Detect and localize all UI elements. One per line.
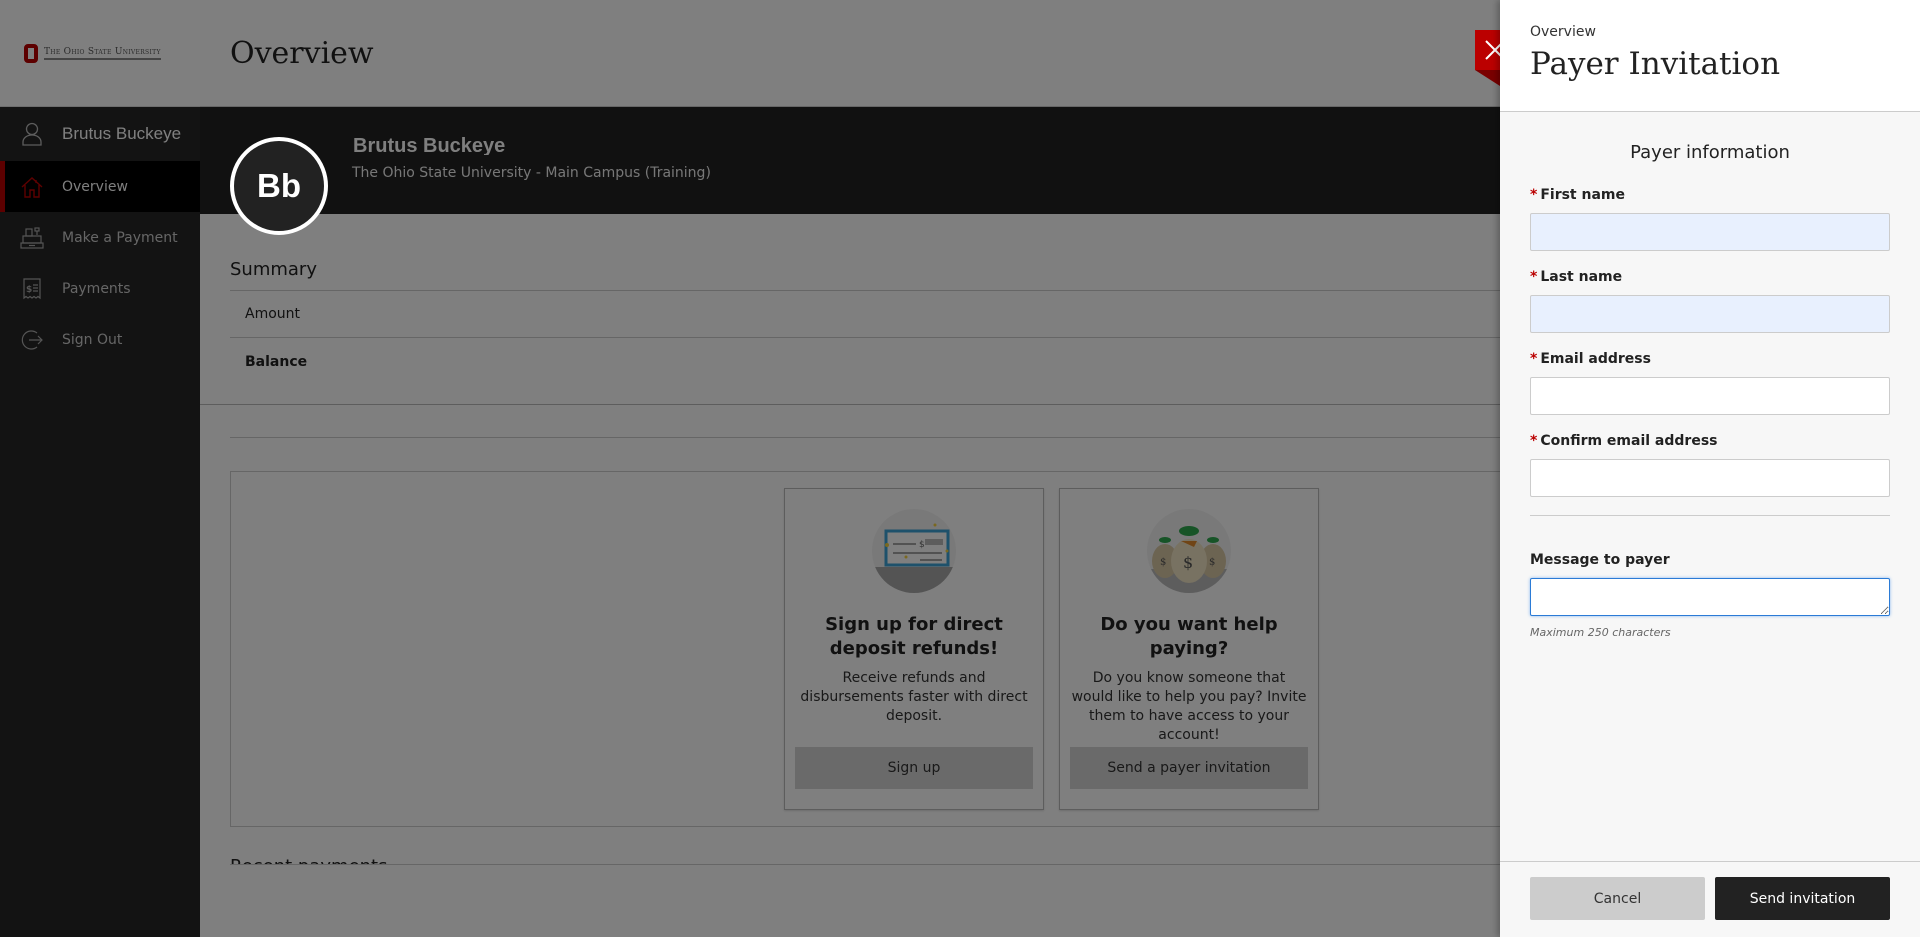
panel-header: Overview Payer Invitation (1500, 0, 1920, 112)
close-button-tail (1475, 70, 1500, 86)
label-text: Email address (1540, 351, 1651, 367)
panel-title: Payer Invitation (1530, 46, 1781, 82)
panel-body: Payer information * First name * Last name… (1500, 142, 1920, 639)
message-field: Message to payer Maximum 250 characters (1530, 552, 1890, 639)
last-name-label: * Last name (1530, 269, 1890, 285)
first-name-field: * First name (1530, 187, 1890, 251)
breadcrumb[interactable]: Overview (1530, 24, 1920, 40)
avatar: Bb (230, 137, 328, 235)
send-invitation-button[interactable]: Send invitation (1715, 877, 1890, 920)
panel-footer: Cancel Send invitation (1500, 861, 1920, 937)
cancel-button[interactable]: Cancel (1530, 877, 1705, 920)
confirm-email-label: * Confirm email address (1530, 433, 1890, 449)
first-name-label: * First name (1530, 187, 1890, 203)
first-name-input[interactable] (1530, 213, 1890, 251)
required-marker: * (1530, 433, 1538, 449)
email-label: * Email address (1530, 351, 1890, 367)
confirm-email-input[interactable] (1530, 459, 1890, 497)
confirm-email-field: * Confirm email address (1530, 433, 1890, 497)
message-textarea[interactable] (1530, 578, 1890, 616)
payer-invitation-panel: Overview Payer Invitation Payer informat… (1500, 0, 1920, 937)
email-field: * Email address (1530, 351, 1890, 415)
required-marker: * (1530, 351, 1538, 367)
message-label: Message to payer (1530, 552, 1670, 568)
last-name-input[interactable] (1530, 295, 1890, 333)
label-text: Last name (1540, 269, 1623, 285)
required-marker: * (1530, 269, 1538, 285)
label-text: Confirm email address (1540, 433, 1718, 449)
email-input[interactable] (1530, 377, 1890, 415)
form-divider (1530, 515, 1890, 516)
required-marker: * (1530, 187, 1538, 203)
section-title: Payer information (1630, 142, 1790, 163)
label-text: First name (1540, 187, 1625, 203)
message-hint: Maximum 250 characters (1530, 626, 1671, 639)
last-name-field: * Last name (1530, 269, 1890, 333)
